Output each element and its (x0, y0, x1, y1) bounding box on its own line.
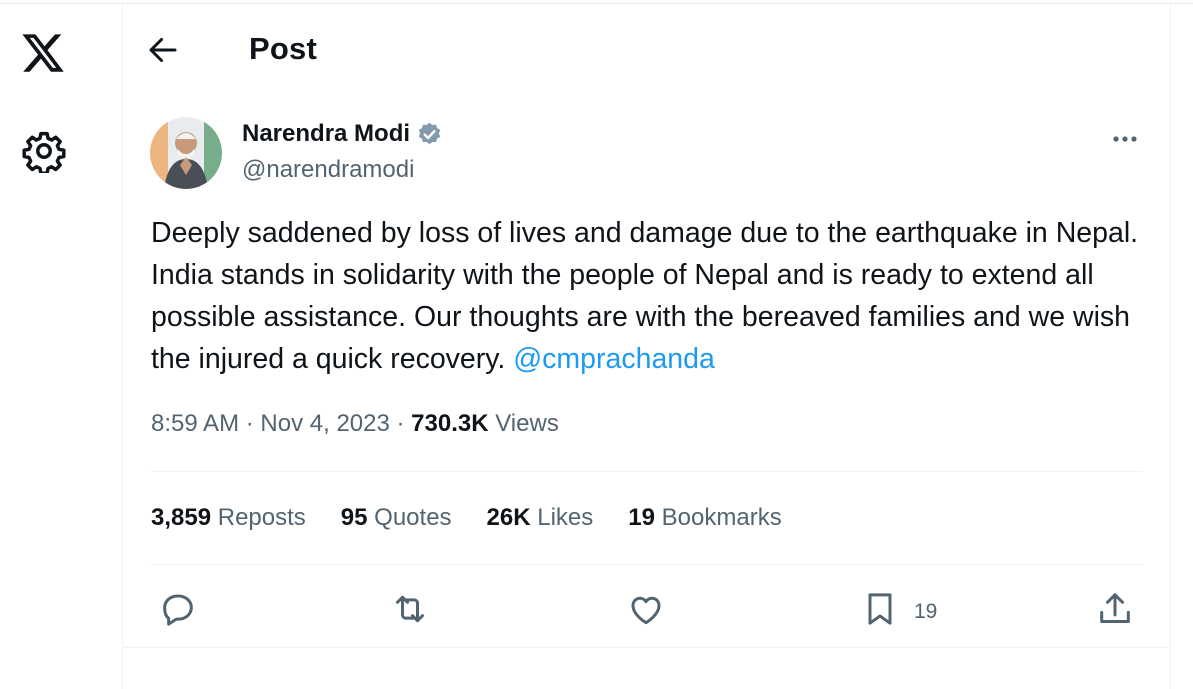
stat-count: 19 (628, 504, 655, 531)
author-row: Narendra Modi (242, 120, 443, 148)
divider (123, 647, 1170, 648)
stat-count: 3,859 (151, 504, 212, 531)
stat-label: Bookmarks (661, 504, 782, 531)
stat-label: Likes (537, 504, 594, 531)
stat-label: Reposts (217, 504, 306, 531)
views-label: Views (495, 410, 559, 437)
tweet-meta: 8:59 AM · Nov 4, 2023 · 730.3K Views (151, 410, 559, 438)
divider (151, 564, 1143, 565)
gear-icon[interactable] (22, 129, 66, 173)
tweet-date[interactable]: Nov 4, 2023 (260, 410, 389, 437)
divider (151, 471, 1143, 472)
mention-link[interactable]: @cmprachanda (513, 343, 715, 375)
like-icon[interactable] (626, 589, 666, 629)
stat-bookmarks[interactable]: 19 Bookmarks (628, 504, 781, 532)
x-logo-icon[interactable] (19, 30, 67, 76)
share-icon[interactable] (1095, 589, 1135, 629)
more-icon[interactable] (1105, 122, 1145, 156)
page-title: Post (249, 31, 317, 66)
bookmark-icon[interactable] (860, 589, 900, 629)
views-count: 730.3K (411, 410, 489, 437)
meta-separator: · (245, 410, 254, 437)
left-rail (0, 0, 122, 689)
author-name[interactable]: Narendra Modi (242, 120, 410, 148)
back-arrow-icon[interactable] (145, 32, 181, 68)
stat-likes[interactable]: 26K Likes (487, 504, 594, 532)
tweet-text: Deeply saddened by loss of lives and dam… (151, 212, 1151, 380)
reply-icon[interactable] (158, 589, 198, 629)
post-column: Post Narendra Modi @narendramodi Deeply … (122, 4, 1171, 689)
stat-count: 95 (340, 504, 368, 531)
repost-icon[interactable] (390, 589, 430, 629)
stat-label: Quotes (374, 504, 452, 531)
stat-reposts[interactable]: 3,859 Reposts (151, 504, 306, 532)
tweet-time[interactable]: 8:59 AM (151, 410, 239, 437)
engagement-stats: 3,859 Reposts 95 Quotes 26K Likes 19 Boo… (151, 504, 817, 532)
avatar[interactable] (150, 117, 222, 189)
meta-separator: · (396, 410, 405, 437)
stat-quotes[interactable]: 95 Quotes (341, 504, 452, 532)
bookmark-count: 19 (914, 600, 938, 623)
author-handle[interactable]: @narendramodi (242, 156, 414, 184)
stat-count: 26K (486, 504, 531, 531)
verified-badge-icon[interactable] (416, 121, 443, 148)
